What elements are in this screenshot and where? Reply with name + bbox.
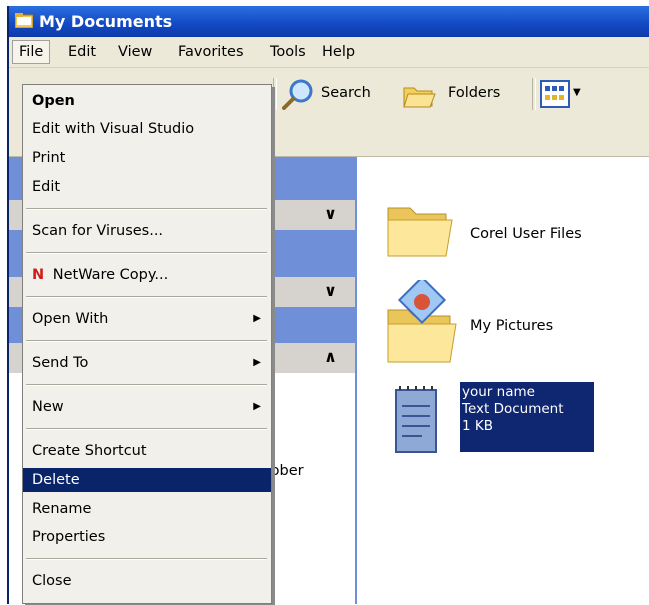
menu-item-label: NetWare Copy... bbox=[52, 267, 169, 283]
menu-item-label: Open With bbox=[32, 311, 109, 327]
file-menu-dropdown: Open Edit with Visual Studio Print Edit … bbox=[22, 84, 272, 604]
menu-item-label: Send To bbox=[32, 355, 89, 371]
menu-favorites[interactable]: Favorites bbox=[178, 44, 244, 60]
menu-edit[interactable]: Edit bbox=[68, 44, 96, 60]
menu-separator bbox=[26, 208, 267, 210]
file-name: My Pictures bbox=[470, 318, 554, 334]
toolbar-separator bbox=[273, 78, 277, 110]
menu-file[interactable]: File bbox=[12, 40, 51, 64]
menu-item-edit[interactable]: Edit bbox=[23, 175, 271, 199]
menu-item-print[interactable]: Print bbox=[23, 146, 271, 170]
menu-help[interactable]: Help bbox=[322, 44, 355, 60]
folders-label: Folders bbox=[448, 85, 501, 101]
menu-view[interactable]: View bbox=[118, 44, 152, 60]
menu-item-new[interactable]: New ▶ bbox=[23, 395, 271, 419]
menu-item-rename[interactable]: Rename bbox=[23, 497, 271, 521]
search-label: Search bbox=[321, 85, 371, 101]
search-button[interactable]: Search bbox=[281, 78, 399, 112]
menu-item-open-with[interactable]: Open With ▶ bbox=[23, 307, 271, 331]
file-item[interactable]: My Pictures bbox=[384, 280, 634, 370]
file-size: 1 KB bbox=[462, 418, 493, 434]
menu-tools[interactable]: Tools bbox=[270, 44, 306, 60]
views-icon bbox=[540, 80, 570, 108]
folders-button[interactable]: Folders bbox=[402, 78, 526, 112]
menu-item-create-shortcut[interactable]: Create Shortcut bbox=[23, 439, 271, 463]
menu-item-label: New bbox=[32, 399, 64, 415]
pictures-folder-icon bbox=[387, 280, 457, 363]
folders-icon bbox=[403, 87, 436, 108]
netware-icon: N bbox=[32, 267, 45, 283]
menu-item-scan-for-viruses[interactable]: Scan for Viruses... bbox=[23, 219, 271, 243]
menu-item-delete[interactable]: Delete bbox=[23, 468, 271, 492]
search-icon bbox=[282, 79, 313, 110]
menu-item-edit-with-visual-studio[interactable]: Edit with Visual Studio bbox=[23, 117, 271, 141]
submenu-arrow-icon: ▶ bbox=[253, 313, 261, 324]
menu-separator bbox=[26, 296, 267, 298]
menu-separator bbox=[26, 384, 267, 386]
chevron-down-icon: ▼ bbox=[573, 87, 581, 98]
menu-separator bbox=[26, 428, 267, 430]
chevron-down-icon: ∨ bbox=[324, 281, 337, 300]
file-item[interactable]: Corel User Files bbox=[384, 198, 634, 268]
file-label-selected[interactable]: your name Text Document 1 KB bbox=[460, 382, 594, 452]
title-bar[interactable]: My Documents bbox=[9, 6, 649, 37]
file-type: Text Document bbox=[462, 401, 564, 417]
submenu-arrow-icon: ▶ bbox=[253, 357, 261, 368]
folder-icon bbox=[387, 207, 453, 257]
folder-icon bbox=[15, 13, 33, 28]
window-title: My Documents bbox=[39, 12, 173, 31]
text-document-icon bbox=[395, 386, 437, 453]
file-name: your name bbox=[462, 384, 535, 400]
menu-item-open[interactable]: Open bbox=[23, 89, 271, 113]
menu-bar: File Edit View Favorites Tools Help bbox=[9, 37, 649, 67]
submenu-arrow-icon: ▶ bbox=[253, 401, 261, 412]
file-name: Corel User Files bbox=[470, 226, 582, 242]
views-button[interactable]: ▼ bbox=[540, 80, 586, 110]
toolbar-separator bbox=[532, 78, 536, 110]
menu-separator bbox=[26, 252, 267, 254]
menu-separator bbox=[26, 340, 267, 342]
menu-item-send-to[interactable]: Send To ▶ bbox=[23, 351, 271, 375]
menu-item-netware-copy[interactable]: N NetWare Copy... bbox=[23, 263, 271, 287]
chevron-up-icon: ∧ bbox=[324, 347, 337, 366]
menu-separator bbox=[26, 558, 267, 560]
chevron-down-icon: ∨ bbox=[324, 204, 337, 223]
menu-item-properties[interactable]: Properties bbox=[23, 525, 271, 549]
menu-item-close[interactable]: Close bbox=[23, 569, 271, 593]
